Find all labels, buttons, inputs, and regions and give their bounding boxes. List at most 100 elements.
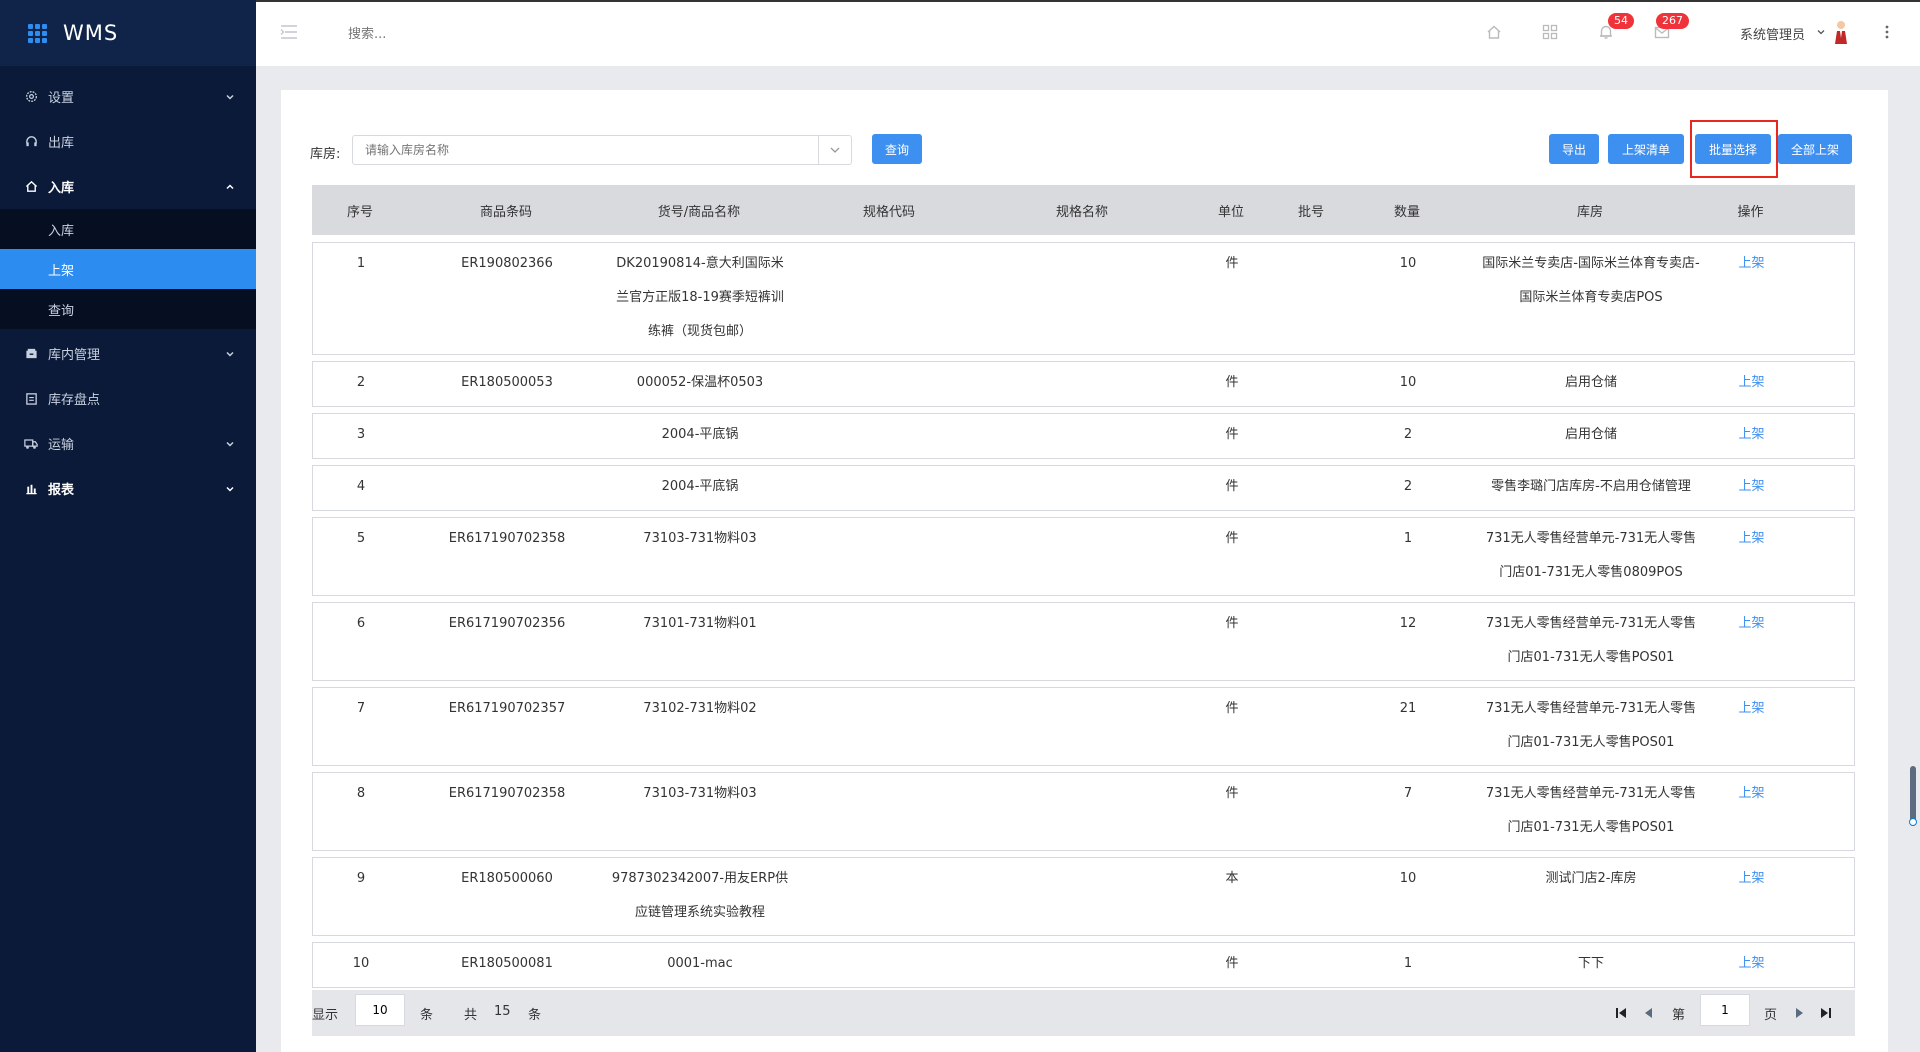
query-button[interactable]: 查询 bbox=[872, 134, 922, 164]
chevron-down-icon bbox=[226, 351, 234, 357]
table-row[interactable]: 3 2004-平底锅 件 2 启用仓储 上架 bbox=[312, 413, 1855, 459]
column-header[interactable]: 商品条码 bbox=[408, 185, 604, 235]
table-row[interactable]: 7 ER617190702357 73102-731物料02 件 21 731无… bbox=[312, 687, 1855, 766]
cell-store: 731无人零售经营单元-731无人零售门店01-731无人零售POS01 bbox=[1485, 616, 1697, 665]
notification-badge: 54 bbox=[1608, 13, 1634, 29]
shelve-link[interactable]: 上架 bbox=[1707, 777, 1796, 850]
table-row[interactable]: 8 ER617190702358 73103-731物料03 件 7 731无人… bbox=[312, 772, 1855, 851]
shelve-link[interactable]: 上架 bbox=[1707, 862, 1796, 935]
store-dropdown-toggle[interactable] bbox=[818, 136, 851, 164]
chevron-up-icon bbox=[226, 183, 234, 189]
shelve-link[interactable]: 上架 bbox=[1707, 947, 1796, 987]
store-search-input[interactable] bbox=[363, 142, 807, 158]
sidebar-item-label: 设置 bbox=[48, 91, 75, 106]
export-button[interactable]: 导出 bbox=[1549, 134, 1599, 164]
page-size-input[interactable] bbox=[355, 994, 405, 1026]
cell-product-name: 000052-保温杯0503 bbox=[636, 375, 764, 390]
shelve-link[interactable]: 上架 bbox=[1707, 247, 1796, 354]
store-select[interactable] bbox=[352, 135, 852, 165]
shelf-list-button[interactable]: 上架清单 bbox=[1608, 134, 1684, 164]
column-header[interactable]: 库房 bbox=[1474, 185, 1706, 235]
cell-store: 下下 bbox=[1577, 956, 1604, 971]
first-page-icon[interactable] bbox=[1615, 1007, 1627, 1019]
cell-quantity: 10 bbox=[1399, 871, 1417, 886]
cell-unit: 本 bbox=[1225, 871, 1239, 886]
cell-no: 5 bbox=[356, 531, 366, 546]
sidebar-item-outbound[interactable]: 出库 bbox=[0, 119, 256, 164]
cell-batch bbox=[1283, 947, 1341, 987]
cell-spec-name bbox=[985, 607, 1181, 680]
shelve-all-button[interactable]: 全部上架 bbox=[1778, 134, 1852, 164]
cell-unit: 件 bbox=[1225, 701, 1239, 716]
column-header[interactable]: 规格代码 bbox=[794, 185, 984, 235]
column-header[interactable]: 序号 bbox=[312, 185, 408, 235]
shelve-link[interactable]: 上架 bbox=[1707, 366, 1796, 406]
column-header[interactable]: 货号/商品名称 bbox=[604, 185, 794, 235]
table-row[interactable]: 10 ER180500081 0001-mac 件 1 下下 上架 bbox=[312, 942, 1855, 988]
cell-unit: 件 bbox=[1225, 256, 1239, 271]
submenu-item-shelving[interactable]: 上架 bbox=[0, 249, 256, 289]
chevron-down-icon bbox=[226, 94, 234, 100]
sidebar-item-warehouse-management[interactable]: 库内管理 bbox=[0, 331, 256, 376]
table-row[interactable]: 2 ER180500053 000052-保温杯0503 件 10 启用仓储 上… bbox=[312, 361, 1855, 407]
global-search-input[interactable] bbox=[346, 18, 610, 50]
avatar[interactable] bbox=[1834, 20, 1848, 44]
sidebar-item-inventory-count[interactable]: 库存盘点 bbox=[0, 376, 256, 421]
table-row[interactable]: 5 ER617190702358 73103-731物料03 件 1 731无人… bbox=[312, 517, 1855, 596]
cell-quantity: 10 bbox=[1399, 256, 1417, 271]
shelve-link[interactable]: 上架 bbox=[1707, 470, 1796, 510]
home-icon[interactable] bbox=[1486, 24, 1502, 40]
table-row[interactable]: 4 2004-平底锅 件 2 零售李璐门店库房-不启用仓储管理 上架 bbox=[312, 465, 1855, 511]
cell-barcode: ER180500081 bbox=[461, 956, 553, 971]
vertical-scrollbar[interactable] bbox=[1910, 766, 1916, 826]
headset-icon bbox=[24, 135, 38, 149]
sidebar-item-settings[interactable]: 设置 bbox=[0, 74, 256, 119]
shelve-link[interactable]: 上架 bbox=[1707, 607, 1796, 680]
more-vertical-icon[interactable] bbox=[1884, 22, 1890, 42]
submenu-item-inbound[interactable]: 入库 bbox=[0, 209, 256, 249]
total-count: 15 bbox=[494, 1004, 511, 1019]
table-row[interactable]: 9 ER180500060 9787302342007-用友ERP供应链管理系统… bbox=[312, 857, 1855, 936]
cell-spec-name bbox=[985, 418, 1181, 458]
cell-unit: 件 bbox=[1225, 375, 1239, 390]
chevron-down-icon[interactable] bbox=[1816, 27, 1826, 37]
submenu-item-query[interactable]: 查询 bbox=[0, 289, 256, 329]
column-header[interactable]: 操作 bbox=[1706, 185, 1795, 235]
apps-grid-icon[interactable] bbox=[1542, 24, 1558, 40]
sidebar-item-transport[interactable]: 运输 bbox=[0, 421, 256, 466]
user-name[interactable]: 系统管理员 bbox=[1740, 24, 1805, 43]
column-header[interactable]: 单位 bbox=[1180, 185, 1282, 235]
cell-quantity: 2 bbox=[1403, 427, 1413, 442]
shelve-link[interactable]: 上架 bbox=[1707, 692, 1796, 765]
previous-page-icon[interactable] bbox=[1642, 1007, 1654, 1019]
cell-spec-code bbox=[795, 862, 985, 935]
sidebar-item-label: 库存盘点 bbox=[48, 393, 101, 408]
brand[interactable]: WMS bbox=[0, 0, 256, 66]
column-header[interactable]: 批号 bbox=[1282, 185, 1340, 235]
table-row[interactable]: 1 ER190802366 DK20190814-意大利国际米兰官方正版18-1… bbox=[312, 242, 1855, 355]
last-page-icon[interactable] bbox=[1820, 1007, 1832, 1019]
chevron-down-icon bbox=[226, 486, 234, 492]
current-page-input[interactable] bbox=[1700, 994, 1750, 1026]
table-header: 序号 商品条码 货号/商品名称 规格代码 规格名称 单位 批号 数量 库房 操作 bbox=[312, 185, 1855, 235]
cell-barcode: ER617190702356 bbox=[448, 616, 566, 631]
scrollbar-handle[interactable] bbox=[1909, 818, 1917, 826]
cell-product-name: 2004-平底锅 bbox=[661, 427, 739, 442]
next-page-icon[interactable] bbox=[1794, 1007, 1806, 1019]
cell-batch bbox=[1283, 366, 1341, 406]
cell-no: 1 bbox=[356, 256, 366, 271]
column-header[interactable]: 数量 bbox=[1340, 185, 1474, 235]
page-prefix: 第 bbox=[1672, 1008, 1686, 1023]
app-grid-icon bbox=[28, 23, 47, 43]
column-header[interactable]: 规格名称 bbox=[984, 185, 1180, 235]
sidebar-item-label: 入库 bbox=[48, 181, 75, 196]
table-body: 1 ER190802366 DK20190814-意大利国际米兰官方正版18-1… bbox=[312, 242, 1855, 994]
sidebar-item-reports[interactable]: 报表 bbox=[0, 466, 256, 511]
shelve-link[interactable]: 上架 bbox=[1707, 522, 1796, 595]
sidebar-item-label: 库内管理 bbox=[48, 348, 101, 363]
table-row[interactable]: 6 ER617190702356 73101-731物料01 件 12 731无… bbox=[312, 602, 1855, 681]
menu-toggle-icon[interactable] bbox=[280, 24, 298, 40]
sidebar-item-inbound[interactable]: 入库 bbox=[0, 164, 256, 209]
shelve-link[interactable]: 上架 bbox=[1707, 418, 1796, 458]
cell-product-name: 9787302342007-用友ERP供应链管理系统实验教程 bbox=[611, 871, 789, 920]
